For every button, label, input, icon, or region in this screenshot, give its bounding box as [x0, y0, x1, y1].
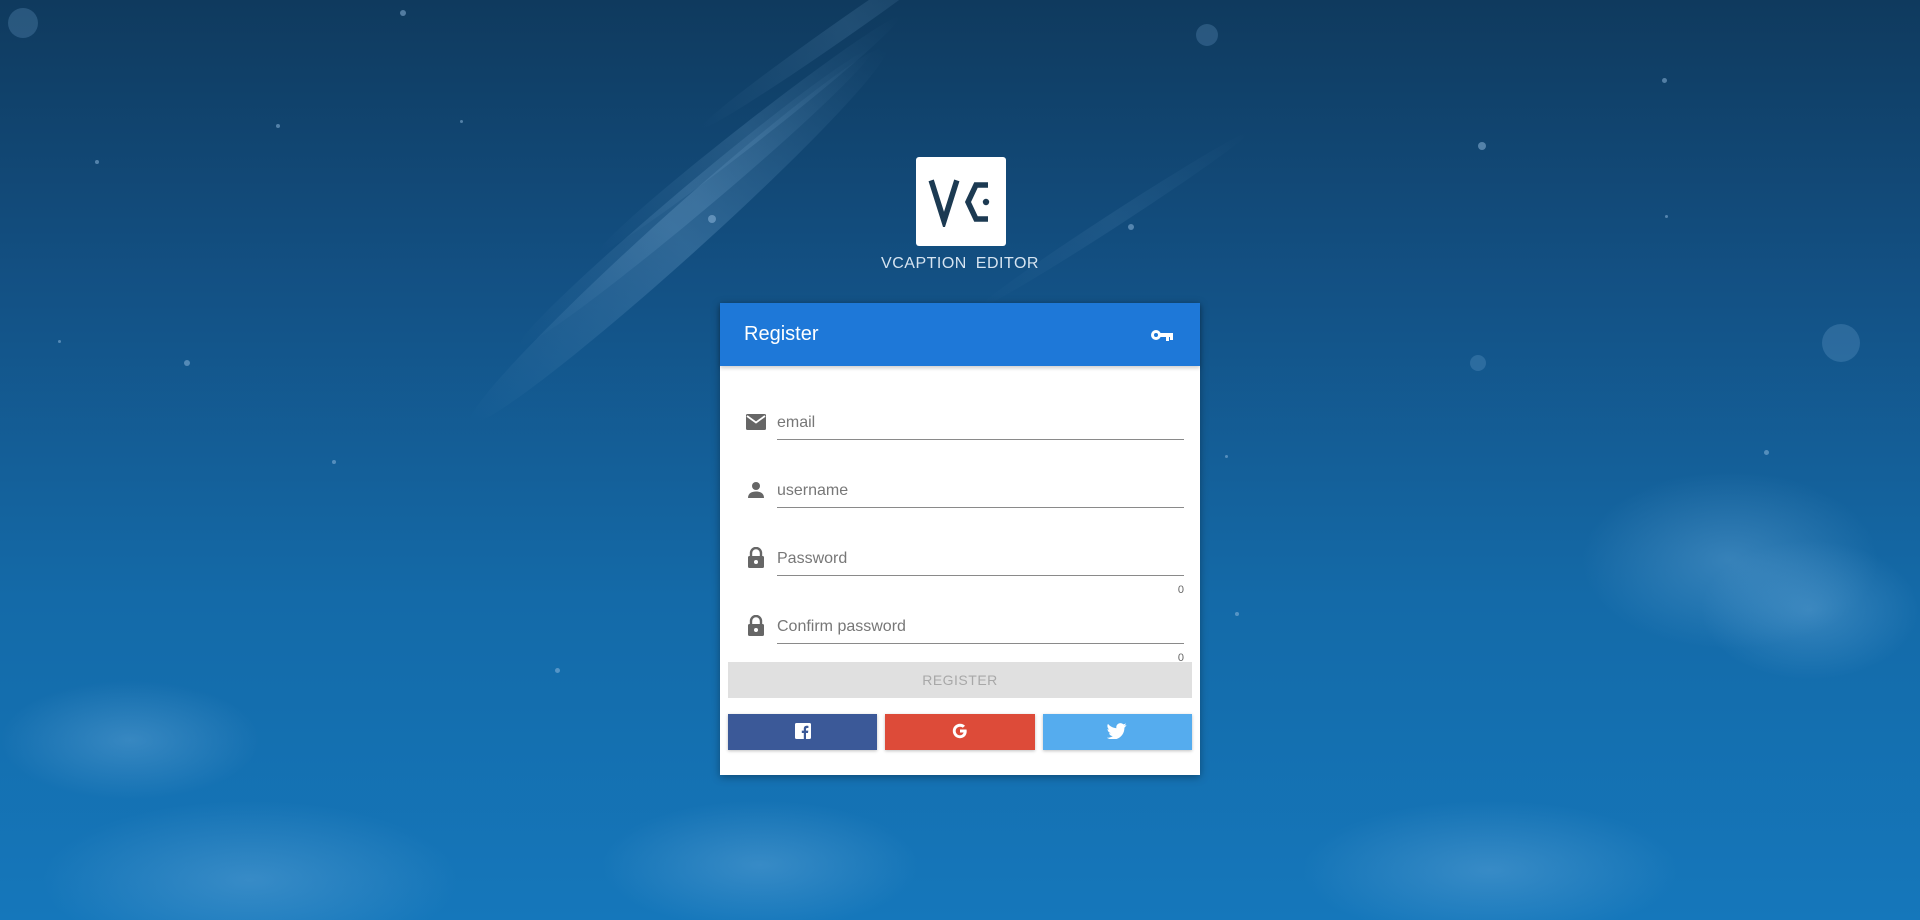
password-wrap: 0	[777, 544, 1184, 596]
logo-mark-icon	[928, 179, 990, 227]
register-button[interactable]: REGISTER	[728, 662, 1192, 698]
card-title: Register	[744, 323, 819, 345]
key-icon	[1150, 327, 1176, 343]
username-wrap	[777, 476, 1184, 508]
email-wrap	[777, 408, 1184, 440]
google-login-button[interactable]	[885, 714, 1035, 750]
facebook-icon	[794, 722, 811, 742]
person-icon	[744, 478, 768, 502]
twitter-login-button[interactable]	[1042, 714, 1192, 750]
password-field[interactable]	[777, 544, 1184, 576]
username-field[interactable]	[777, 476, 1184, 508]
confirm-password-wrap: 0	[777, 612, 1184, 664]
social-login-row	[720, 698, 1200, 750]
username-row	[736, 440, 1184, 508]
email-icon	[744, 410, 768, 434]
app-logo	[916, 157, 1006, 246]
confirm-password-char-counter: 0	[1177, 652, 1184, 664]
app-name: VCAPTION EDITOR	[881, 255, 1039, 272]
register-card: Register email username 0 0 REGISTER	[720, 303, 1200, 775]
twitter-icon	[1107, 722, 1127, 742]
register-form: 0 0	[720, 366, 1200, 664]
email-field[interactable]	[777, 408, 1184, 440]
confirm-password-row: 0	[736, 576, 1184, 664]
email-row	[736, 394, 1184, 440]
facebook-login-button[interactable]	[728, 714, 878, 750]
card-header: Register	[720, 303, 1200, 366]
lock-icon	[744, 614, 768, 638]
google-icon	[951, 722, 969, 743]
confirm-password-field[interactable]	[777, 612, 1184, 644]
password-row: 0	[736, 508, 1184, 596]
lock-icon	[744, 546, 768, 570]
